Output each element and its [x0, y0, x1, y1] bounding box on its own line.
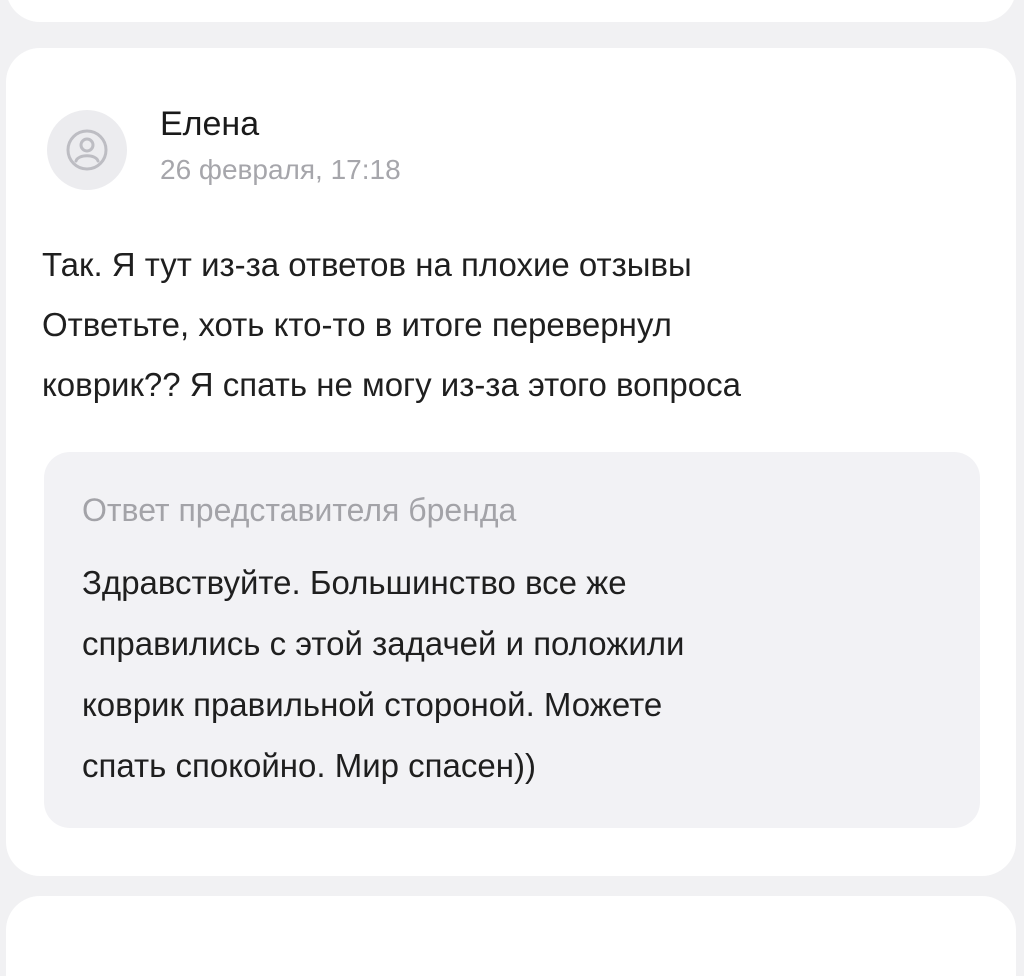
brand-reply-line: справились с этой задачей и положили: [82, 625, 685, 662]
brand-reply-box: Ответ представителя бренда Здравствуйте.…: [44, 452, 980, 828]
brand-reply-line: спать спокойно. Мир спасен)): [82, 747, 536, 784]
previous-review-card: [6, 0, 1016, 22]
review-text: Так. Я тут из-за ответов на плохие отзыв…: [42, 235, 992, 415]
brand-reply-line: коврик правильной стороной. Можете: [82, 686, 663, 723]
brand-reply-title: Ответ представителя бренда: [82, 492, 517, 528]
avatar[interactable]: [47, 110, 127, 190]
review-card: Елена 26 февраля, 17:18 Так. Я тут из-за…: [6, 48, 1016, 876]
user-icon: [66, 129, 108, 171]
brand-reply-line: Здравствуйте. Большинство все же: [82, 564, 627, 601]
next-review-card: [6, 896, 1016, 976]
brand-reply-text: Здравствуйте. Большинство все же справил…: [82, 552, 685, 796]
review-text-line: Так. Я тут из-за ответов на плохие отзыв…: [42, 246, 692, 283]
review-author: Елена: [160, 105, 260, 143]
review-text-line: коврик?? Я спать не могу из-за этого воп…: [42, 366, 741, 403]
review-text-line: Ответьте, хоть кто-то в итоге перевернул: [42, 306, 672, 343]
review-date: 26 февраля, 17:18: [160, 154, 401, 185]
